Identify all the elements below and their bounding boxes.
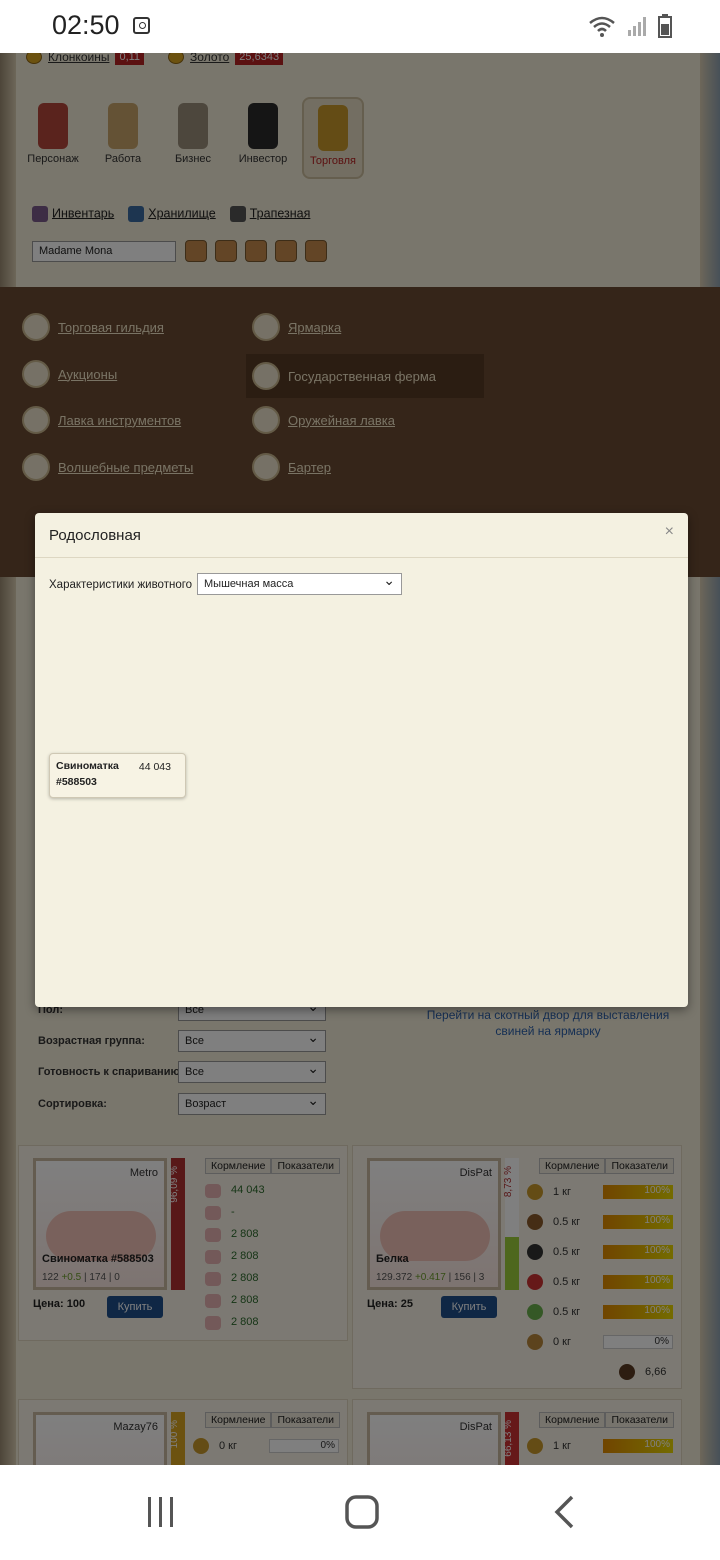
status-bar: 02:50 — [0, 0, 720, 53]
signal-icon — [628, 17, 646, 36]
pedigree-modal: Родословная × Характеристики животного М… — [35, 513, 688, 1007]
characteristic-label: Характеристики животного — [49, 579, 193, 591]
battery-icon — [658, 14, 672, 38]
home-icon[interactable] — [345, 1495, 379, 1529]
close-icon[interactable]: × — [665, 523, 674, 541]
wifi-icon — [589, 16, 615, 37]
node-id: #588503 — [56, 776, 97, 788]
modal-title: Родословная — [49, 527, 141, 544]
back-icon[interactable] — [552, 1495, 576, 1529]
clock: 02:50 — [52, 10, 120, 40]
system-nav-bar — [0, 1465, 720, 1560]
recent-apps-icon[interactable] — [146, 1495, 176, 1529]
modal-header: Родословная × — [35, 513, 688, 558]
node-value: 44 043 — [138, 761, 171, 773]
screen-record-icon — [133, 17, 150, 34]
status-icons — [588, 14, 672, 38]
characteristic-select[interactable]: Мышечная масса — [197, 572, 402, 595]
pedigree-node[interactable]: Свиноматка #588503 44 043 — [49, 753, 186, 798]
